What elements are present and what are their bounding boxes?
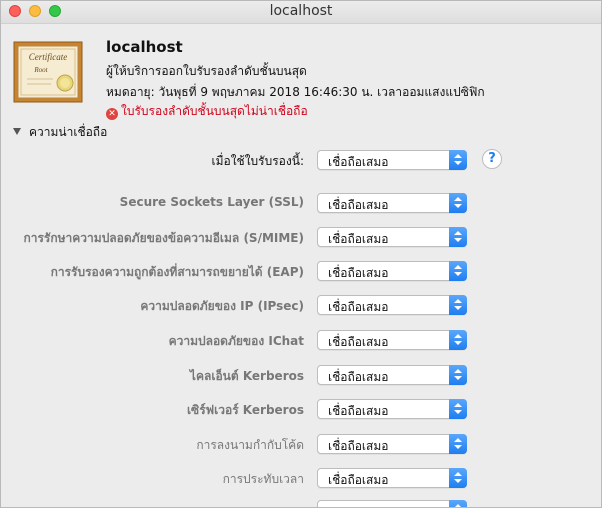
chevron-updown-icon <box>449 193 467 213</box>
trust-select-value: เชื่อถือเสมอ <box>328 370 389 384</box>
trust-select-value: เชื่อถือเสมอ <box>328 335 389 349</box>
chevron-updown-icon <box>449 399 467 419</box>
chevron-updown-icon <box>449 150 467 170</box>
cert-icon-title: Certificate <box>29 52 68 62</box>
when-using-select[interactable]: เชื่อถือเสมอ <box>317 150 467 170</box>
window-title: localhost <box>269 3 333 19</box>
chevron-updown-icon <box>449 468 467 488</box>
trust-select-ipsec[interactable]: เชื่อถือเสมอ <box>317 295 467 315</box>
chevron-updown-icon <box>449 295 467 315</box>
trust-row-label: Secure Sockets Layer (SSL) <box>119 195 304 209</box>
trust-row-label: การรักษาความปลอดภัยของข้อความอีเมล (S/MI… <box>23 231 304 245</box>
trust-select-code-signing[interactable]: เชื่อถือเสมอ <box>317 434 467 454</box>
trust-section-label: ความน่าเชื่อถือ <box>29 125 108 139</box>
trust-row-label: การรับรองความถูกต้องที่สามารถขยายได้ (EA… <box>50 265 304 279</box>
trust-select-value: เชื่อถือเสมอ <box>328 266 389 280</box>
trust-select-partial[interactable] <box>317 500 467 507</box>
title-bar: localhost <box>1 1 601 24</box>
certificate-name: localhost <box>106 38 183 56</box>
certificate-expiry: หมดอายุ: วันพุธที่ 9 พฤษภาคม 2018 16:46:… <box>106 85 485 99</box>
when-using-label: เมื่อใช้ใบรับรองนี้: <box>211 154 304 168</box>
trust-section-toggle[interactable]: ความน่าเชื่อถือ <box>13 123 107 142</box>
certificate-window: localhost Certificate Root localhost ผู้… <box>0 0 602 508</box>
chevron-updown-icon <box>449 261 467 281</box>
chevron-updown-icon <box>449 330 467 350</box>
trust-select-timestamping[interactable]: เชื่อถือเสมอ <box>317 468 467 488</box>
chevron-updown-icon <box>449 365 467 385</box>
trust-select-kerberos-client[interactable]: เชื่อถือเสมอ <box>317 365 467 385</box>
trust-select-value: เชื่อถือเสมอ <box>328 198 389 212</box>
trust-select-smime[interactable]: เชื่อถือเสมอ <box>317 227 467 247</box>
trust-select-value: เชื่อถือเสมอ <box>328 232 389 246</box>
chevron-updown-icon <box>449 500 467 507</box>
disclosure-triangle-icon[interactable] <box>13 128 21 135</box>
error-icon: ✕ <box>106 108 118 120</box>
help-button[interactable]: ? <box>482 149 502 169</box>
trust-row-label: การประทับเวลา <box>222 472 304 486</box>
trust-error-text: ใบรับรองลำดับชั้นบนสุดไม่น่าเชื่อถือ <box>121 104 308 118</box>
trust-row-label: ความปลอดภัยของ IChat <box>168 334 304 348</box>
trust-select-eap[interactable]: เชื่อถือเสมอ <box>317 261 467 281</box>
trust-select-value: เชื่อถือเสมอ <box>328 473 389 487</box>
trust-row-label: ไคลเอ็นต์ Kerberos <box>189 369 304 383</box>
cert-icon-sub: Root <box>33 66 48 74</box>
when-using-value: เชื่อถือเสมอ <box>328 155 389 169</box>
chevron-updown-icon <box>449 227 467 247</box>
trust-row-label: ความปลอดภัยของ IP (IPsec) <box>140 299 304 313</box>
trust-error: ✕ ใบรับรองลำดับชั้นบนสุดไม่น่าเชื่อถือ <box>106 102 308 121</box>
trust-select-value: เชื่อถือเสมอ <box>328 439 389 453</box>
trust-select-kerberos-server[interactable]: เชื่อถือเสมอ <box>317 399 467 419</box>
trust-row-label: เซิร์ฟเวอร์ Kerberos <box>186 403 304 417</box>
certificate-icon: Certificate Root <box>13 41 83 103</box>
chevron-updown-icon <box>449 434 467 454</box>
certificate-issuer: ผู้ให้บริการออกใบรับรองลำดับชั้นบนสุด <box>106 64 307 78</box>
trust-select-ichat[interactable]: เชื่อถือเสมอ <box>317 330 467 350</box>
trust-select-value: เชื่อถือเสมอ <box>328 300 389 314</box>
trust-select-ssl[interactable]: เชื่อถือเสมอ <box>317 193 467 213</box>
trust-select-value: เชื่อถือเสมอ <box>328 404 389 418</box>
trust-row-label: การลงนามกำกับโค้ด <box>196 438 304 452</box>
